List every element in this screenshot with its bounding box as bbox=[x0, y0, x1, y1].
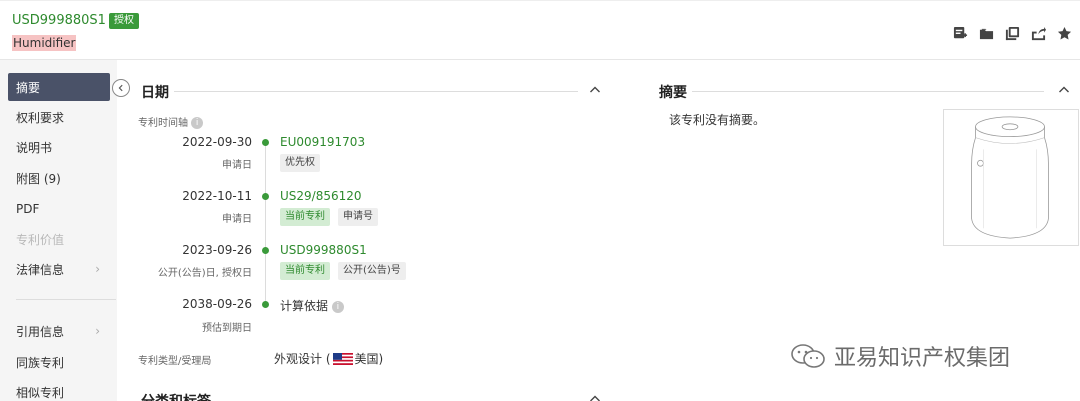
collapse-abstract-button[interactable] bbox=[1058, 84, 1070, 96]
timeline-dot bbox=[262, 301, 269, 308]
chevron-left-icon bbox=[118, 84, 123, 92]
publication-number[interactable]: USD999880S1 bbox=[12, 13, 106, 28]
event-date: 2023-09-26 bbox=[182, 243, 252, 257]
patent-type-label: 专利类型/受理局 bbox=[138, 356, 212, 367]
calc-basis: 计算依据 i bbox=[280, 297, 344, 314]
event-date: 2022-10-11 bbox=[182, 189, 252, 203]
sidebar-item-similar[interactable]: 相似专利 bbox=[8, 378, 110, 401]
watermark: 亚易知识产权集团 bbox=[790, 340, 1010, 372]
tag-publication-number: 公开(公告)号 bbox=[338, 262, 406, 280]
sidebar-divider bbox=[16, 299, 116, 300]
event-sub-label: 预估到期日 bbox=[202, 323, 252, 334]
sidebar-item-legal[interactable]: 法律信息 › bbox=[8, 255, 110, 283]
sidebar-item-description[interactable]: 说明书 bbox=[8, 133, 110, 161]
status-badge: 授权 bbox=[109, 13, 139, 29]
wechat-logo-icon bbox=[791, 344, 825, 368]
chevron-right-icon: › bbox=[95, 324, 100, 338]
tag-application-number: 申请号 bbox=[338, 208, 378, 226]
event-date: 2022-09-30 bbox=[182, 135, 252, 149]
collapse-sidebar-button[interactable] bbox=[112, 79, 130, 97]
event-number-link[interactable]: USD999880S1 bbox=[280, 243, 367, 257]
share-icon[interactable] bbox=[1030, 25, 1046, 41]
event-sub-label: 公开(公告)日, 授权日 bbox=[157, 268, 252, 279]
us-flag-icon bbox=[332, 352, 353, 365]
event-number-link[interactable]: EU009191703 bbox=[280, 135, 365, 149]
sidebar-item-citations[interactable]: 引用信息 › bbox=[8, 317, 110, 345]
patent-type-value: 外观设计 ( 美国) bbox=[274, 352, 384, 366]
event-date: 2038-09-26 bbox=[182, 297, 252, 311]
folder-icon[interactable] bbox=[978, 25, 994, 41]
sidebar-item-drawings[interactable]: 附图 (9) bbox=[8, 164, 110, 192]
tag-priority: 优先权 bbox=[280, 154, 320, 172]
timeline-dot bbox=[262, 247, 269, 254]
star-icon[interactable] bbox=[1056, 25, 1072, 41]
sidebar-item-claims[interactable]: 权利要求 bbox=[8, 103, 110, 131]
timeline-label: 专利时间轴 i bbox=[138, 114, 204, 129]
sidebar-item-pdf[interactable]: PDF bbox=[8, 195, 110, 223]
copy-icon[interactable] bbox=[1004, 25, 1020, 41]
abstract-section-title: 摘要 bbox=[659, 85, 687, 101]
collapse-classification-button[interactable] bbox=[589, 393, 601, 401]
classification-section-title: 分类和标签 bbox=[141, 391, 211, 401]
humidifier-drawing bbox=[971, 116, 1049, 239]
tag-current-patent: 当前专利 bbox=[280, 208, 330, 226]
timeline-dot bbox=[262, 193, 269, 200]
add-note-icon[interactable] bbox=[952, 25, 968, 41]
chevron-right-icon: › bbox=[95, 262, 100, 276]
event-sub-label: 申请日 bbox=[222, 214, 252, 225]
patent-header: USD999880S1 授权 Humidifier bbox=[0, 0, 1080, 60]
sidebar-item-family[interactable]: 同族专利 bbox=[8, 348, 110, 376]
header-toolbar bbox=[952, 25, 1072, 41]
section-divider bbox=[692, 91, 1044, 92]
chevron-up-icon bbox=[1059, 86, 1069, 93]
info-icon[interactable]: i bbox=[331, 300, 344, 313]
sidebar-item-abstract[interactable]: 摘要 bbox=[8, 73, 110, 101]
dates-section-title: 日期 bbox=[141, 85, 169, 101]
sidebar-item-value: 专利价值 bbox=[16, 232, 65, 247]
event-number-link[interactable]: US29/856120 bbox=[280, 189, 362, 203]
tag-current-patent: 当前专利 bbox=[280, 262, 330, 280]
sidebar: 摘要 权利要求 说明书 附图 (9) PDF 专利价值 法律信息 › 引用信息 › … bbox=[0, 60, 117, 401]
event-sub-label: 申请日 bbox=[222, 160, 252, 171]
timeline-dot bbox=[262, 139, 269, 146]
abstract-text: 该专利没有摘要。 bbox=[669, 113, 766, 127]
patent-title: Humidifier bbox=[12, 35, 77, 51]
chevron-up-icon bbox=[590, 86, 600, 93]
collapse-dates-button[interactable] bbox=[589, 84, 601, 96]
info-icon[interactable]: i bbox=[191, 117, 204, 129]
patent-drawing-thumbnail[interactable] bbox=[943, 109, 1079, 246]
chevron-up-icon bbox=[590, 395, 600, 401]
section-divider bbox=[174, 91, 578, 92]
timeline-line bbox=[265, 143, 266, 306]
